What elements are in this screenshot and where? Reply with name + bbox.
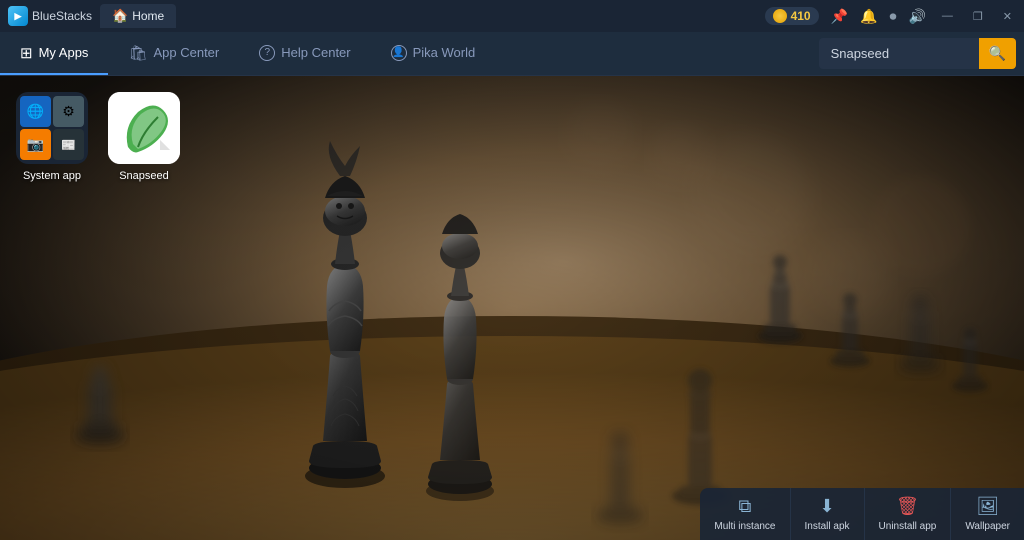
app-center-icon: 🛍 bbox=[128, 44, 147, 62]
home-tab-label: Home bbox=[132, 9, 164, 23]
help-center-icon: ? bbox=[259, 45, 275, 61]
app-item-snapseed[interactable]: Snapseed bbox=[108, 92, 180, 182]
nav-bar: ⊞ My Apps 🛍 App Center ? Help Center 👤 P… bbox=[0, 32, 1024, 76]
news-sub-icon: 📰 bbox=[53, 129, 84, 160]
coin-count: 410 bbox=[791, 9, 811, 23]
tab-my-apps[interactable]: ⊞ My Apps bbox=[0, 32, 108, 75]
gear-sub-icon: ⚙ bbox=[53, 96, 84, 127]
app-logo: ▶ BlueStacks bbox=[8, 6, 92, 26]
notification-icon[interactable]: 🔔 bbox=[860, 8, 877, 25]
search-box: 🔍 bbox=[819, 38, 1016, 69]
title-bar: ▶ BlueStacks 🏠 Home 410 📌 🔔 ⏺ 🔊 — ❐ ✕ bbox=[0, 0, 1024, 32]
coin-icon bbox=[773, 9, 787, 23]
tab-help-center[interactable]: ? Help Center bbox=[239, 32, 370, 75]
snapseed-icon bbox=[108, 92, 180, 164]
maximize-button[interactable]: ❐ bbox=[969, 10, 987, 23]
camera-sub-icon: 📷 bbox=[20, 129, 51, 160]
snapseed-label: Snapseed bbox=[119, 170, 169, 182]
app-center-label: App Center bbox=[153, 45, 219, 60]
uninstall-app-button[interactable]: 🗑 Uninstall app bbox=[865, 488, 952, 540]
app-item-system[interactable]: 🌐 ⚙ 📷 📰 System app bbox=[16, 92, 88, 182]
volume-icon[interactable]: 🔊 bbox=[908, 8, 925, 25]
coin-badge: 410 bbox=[765, 7, 819, 25]
search-button[interactable]: 🔍 bbox=[979, 38, 1016, 69]
wallpaper-label: Wallpaper bbox=[965, 521, 1010, 532]
multi-instance-button[interactable]: ⧉ Multi instance bbox=[700, 488, 790, 540]
search-input[interactable] bbox=[819, 40, 979, 67]
app-grid: 🌐 ⚙ 📷 📰 System app bbox=[16, 92, 180, 182]
uninstall-app-icon: 🗑 bbox=[896, 496, 919, 517]
multi-instance-label: Multi instance bbox=[714, 521, 775, 532]
bluestacks-icon: ▶ bbox=[8, 6, 28, 26]
home-tab[interactable]: 🏠 Home bbox=[100, 4, 176, 28]
main-content: 🌐 ⚙ 📷 📰 System app bbox=[0, 76, 1024, 540]
install-apk-button[interactable]: ⬇ Install apk bbox=[791, 488, 865, 540]
close-button[interactable]: ✕ bbox=[999, 10, 1016, 23]
multi-instance-icon: ⧉ bbox=[739, 496, 752, 517]
help-center-label: Help Center bbox=[281, 45, 350, 60]
minimize-button[interactable]: — bbox=[938, 10, 957, 22]
install-apk-icon: ⬇ bbox=[819, 496, 834, 517]
system-app-label: System app bbox=[23, 170, 81, 182]
uninstall-app-label: Uninstall app bbox=[879, 521, 937, 532]
pika-world-icon: 👤 bbox=[391, 45, 407, 61]
tab-pika-world[interactable]: 👤 Pika World bbox=[371, 32, 496, 75]
globe-sub-icon: 🌐 bbox=[20, 96, 51, 127]
my-apps-icon: ⊞ bbox=[20, 44, 33, 62]
pin-icon[interactable]: 📌 bbox=[831, 8, 848, 25]
my-apps-label: My Apps bbox=[39, 45, 89, 60]
wallpaper-icon: 🖼 bbox=[976, 496, 999, 517]
tab-app-center[interactable]: 🛍 App Center bbox=[108, 32, 239, 75]
app-name: BlueStacks bbox=[32, 9, 92, 23]
record-icon[interactable]: ⏺ bbox=[889, 8, 896, 25]
title-controls: 410 📌 🔔 ⏺ 🔊 — ❐ ✕ bbox=[765, 7, 1016, 25]
system-app-icon: 🌐 ⚙ 📷 📰 bbox=[16, 92, 88, 164]
install-apk-label: Install apk bbox=[805, 521, 850, 532]
bottom-toolbar: ⧉ Multi instance ⬇ Install apk 🗑 Uninsta… bbox=[700, 488, 1024, 540]
wallpaper-button[interactable]: 🖼 Wallpaper bbox=[951, 488, 1024, 540]
pika-world-label: Pika World bbox=[413, 45, 476, 60]
snapseed-svg bbox=[108, 92, 180, 164]
home-tab-icon: 🏠 bbox=[112, 8, 128, 24]
